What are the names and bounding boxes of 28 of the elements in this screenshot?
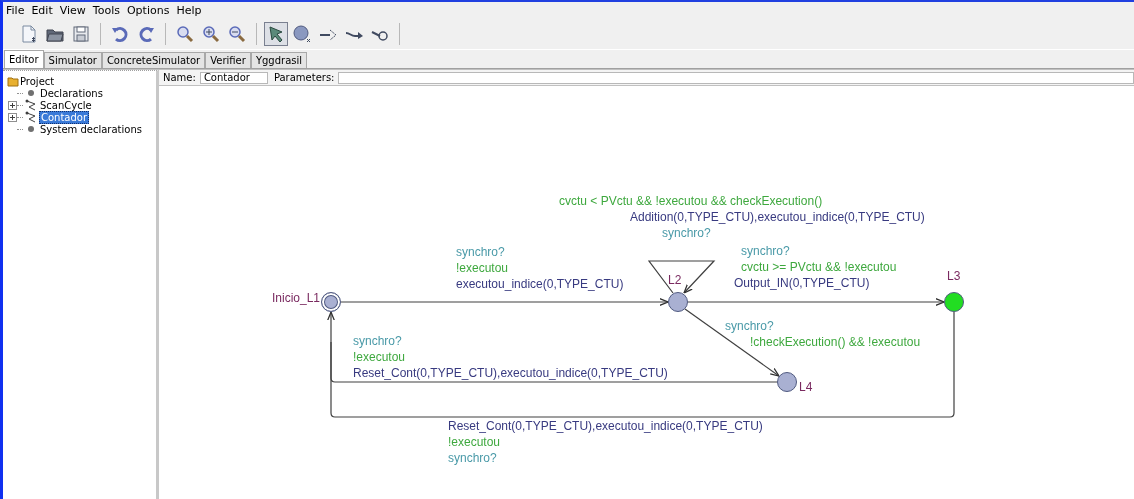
location-name[interactable]: L2 — [668, 273, 682, 287]
name-label: Name: — [163, 72, 196, 83]
update-label[interactable]: Output_IN(0,TYPE_CTU) — [734, 276, 870, 290]
tab[interactable]: Yggdrasil — [250, 52, 308, 68]
tab[interactable]: Simulator — [43, 52, 102, 68]
menu-item[interactable]: Help — [176, 4, 202, 17]
update-label[interactable]: Reset_Cont(0,TYPE_CTU),executou_indice(0,TYPE_CTU) — [353, 366, 668, 380]
tree-item[interactable]: ScanCycle — [39, 99, 93, 111]
update-label[interactable]: executou_indice(0,TYPE_CTU) — [456, 277, 624, 291]
location-name[interactable]: Inicio_L1 — [271, 291, 320, 305]
update-label[interactable]: Reset_Cont(0,TYPE_CTU),executou_indice(0,TYPE_CTU) — [448, 419, 763, 433]
tree-item[interactable]: Contador — [39, 110, 90, 124]
tree-item[interactable]: System declarations — [39, 123, 143, 135]
tab[interactable]: Verifier — [205, 52, 251, 68]
location-name[interactable]: L4 — [799, 380, 813, 394]
menu-item[interactable]: View — [59, 4, 86, 17]
tree-item[interactable]: Project — [19, 75, 56, 87]
update-label[interactable]: Addition(0,TYPE_CTU),executou_indice(0,TYPE_CTU) — [630, 210, 925, 224]
tab[interactable]: ConcreteSimulator — [101, 52, 206, 68]
tree-item[interactable]: Declarations — [39, 87, 104, 99]
tab[interactable]: Editor — [4, 50, 44, 68]
menu-item[interactable]: Edit — [31, 4, 53, 17]
menu-item[interactable]: File — [6, 4, 25, 17]
name-field[interactable]: Contador — [199, 71, 268, 84]
menu-item[interactable]: Tools — [92, 4, 120, 17]
menu-item[interactable]: Options — [126, 4, 170, 17]
location-name[interactable]: L3 — [947, 269, 961, 283]
parameters-label: Parameters: — [273, 72, 335, 83]
